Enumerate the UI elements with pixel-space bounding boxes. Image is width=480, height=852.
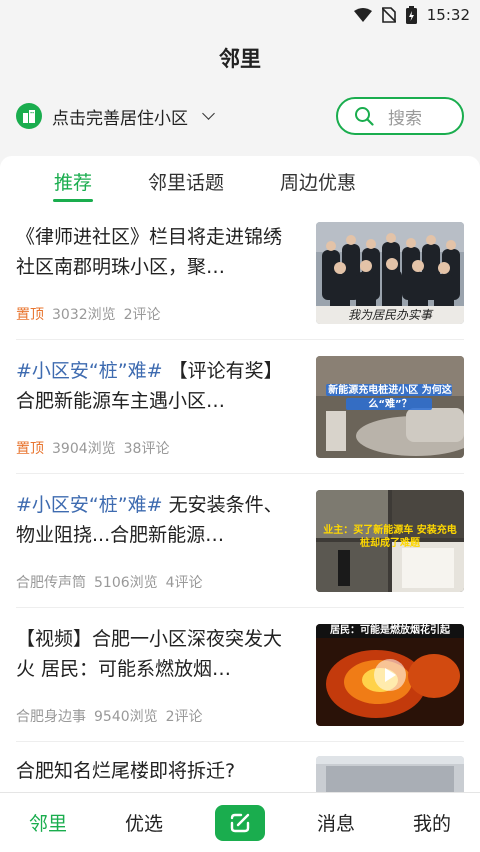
compose-button[interactable] <box>215 804 265 841</box>
play-icon[interactable] <box>374 658 406 691</box>
comment-count: 38评论 <box>123 440 170 457</box>
news-item[interactable]: 合肥知名烂尾楼即将拆迁? <box>16 742 464 792</box>
news-meta: 合肥身边事 9540浏览 2评论 <box>16 706 298 726</box>
view-count: 5106浏览 <box>94 574 158 591</box>
news-thumbnail: 业主：买了新能源车 安装充电桩却成了难题 <box>316 489 464 592</box>
topic-hashtag[interactable]: #小区安“桩”难# <box>16 494 163 516</box>
search-placeholder: 搜索 <box>388 108 422 129</box>
bottom-nav: 邻里 优选 消息 我的 <box>0 792 480 852</box>
edit-icon <box>230 813 250 832</box>
news-item[interactable]: 《律师进社区》栏目将走进锦绣社区南郡明珠小区，聚… 置顶 3032浏览 2评论 <box>16 206 464 340</box>
news-title: #小区安“桩”难# 【评论有奖】合肥新能源车主遇小区… <box>16 359 283 412</box>
news-title: 《律师进社区》栏目将走进锦绣社区南郡明珠小区，聚… <box>16 225 283 278</box>
chevron-down-icon <box>202 107 215 120</box>
pinned-badge: 置顶 <box>16 306 44 323</box>
comment-count: 2评论 <box>123 306 161 323</box>
news-thumbnail: 新能源充电桩进小区 为何这么“难”？ <box>316 355 464 458</box>
news-title: #小区安“桩”难# 无安装条件、物业阻挠...合肥新能源… <box>16 493 283 546</box>
nav-home[interactable]: 邻里 <box>0 809 96 836</box>
news-source: 合肥传声筒 <box>16 574 86 591</box>
status-bar: 15:32 <box>0 0 480 30</box>
tab-recommend[interactable]: 推荐 <box>54 156 92 206</box>
news-title: 【视频】合肥一小区深夜突发大火 居民：可能系燃放烟… <box>16 627 283 680</box>
search-icon <box>355 107 374 126</box>
no-sim-icon <box>381 7 396 23</box>
tab-nearby-deals[interactable]: 周边优惠 <box>280 156 356 206</box>
news-video-thumbnail[interactable]: 居民：可能是燃放烟花引起 <box>316 623 464 726</box>
news-meta: 置顶 3904浏览 38评论 <box>16 438 298 458</box>
thumbnail-caption: 我为居民办实事 <box>347 307 432 322</box>
tab-neighborhood-topics[interactable]: 邻里话题 <box>148 156 224 206</box>
pinned-badge: 置顶 <box>16 440 44 457</box>
page-title: 邻里 <box>219 47 261 71</box>
thumbnail-caption: 业主：买了新能源车 安装充电桩却成了难题 <box>323 524 457 549</box>
battery-icon <box>405 6 417 24</box>
topic-hashtag[interactable]: #小区安“桩”难# <box>16 360 163 382</box>
wifi-icon <box>353 8 372 22</box>
content-card: 推荐 邻里话题 周边优惠 《律师进社区》栏目将走进锦绣社区南郡明珠小区，聚… 置… <box>0 156 480 792</box>
nav-mine[interactable]: 我的 <box>384 809 480 836</box>
comment-count: 4评论 <box>165 574 203 591</box>
view-count: 9540浏览 <box>94 708 158 725</box>
news-meta: 合肥传声筒 5106浏览 4评论 <box>16 572 298 592</box>
news-item[interactable]: #小区安“桩”难# 无安装条件、物业阻挠...合肥新能源… 合肥传声筒 5106… <box>16 474 464 608</box>
view-count: 3904浏览 <box>52 440 116 457</box>
community-selector-label: 点击完善居住小区 <box>52 108 188 129</box>
news-meta: 置顶 3032浏览 2评论 <box>16 304 298 324</box>
comment-count: 2评论 <box>165 708 203 725</box>
thumbnail-caption: 新能源充电桩进小区 为何这么“难”？ <box>328 384 452 410</box>
news-list: 《律师进社区》栏目将走进锦绣社区南郡明珠小区，聚… 置顶 3032浏览 2评论 <box>0 206 480 792</box>
news-thumbnail: 我为居民办实事 <box>316 221 464 324</box>
news-item[interactable]: #小区安“桩”难# 【评论有奖】合肥新能源车主遇小区… 置顶 3904浏览 38… <box>16 340 464 474</box>
nav-messages[interactable]: 消息 <box>288 809 384 836</box>
community-selector[interactable]: 点击完善居住小区 <box>16 103 215 129</box>
building-icon <box>16 103 42 129</box>
news-item[interactable]: 【视频】合肥一小区深夜突发大火 居民：可能系燃放烟… 合肥身边事 9540浏览 … <box>16 608 464 742</box>
status-time: 15:32 <box>426 6 470 24</box>
view-count: 3032浏览 <box>52 306 116 323</box>
nav-featured[interactable]: 优选 <box>96 809 192 836</box>
news-thumbnail <box>316 756 464 792</box>
news-source: 合肥身边事 <box>16 708 86 725</box>
tab-bar: 推荐 邻里话题 周边优惠 <box>0 156 480 206</box>
news-title: 合肥知名烂尾楼即将拆迁? <box>16 760 236 782</box>
location-row: 点击完善居住小区 搜索 <box>0 86 480 146</box>
nav-post[interactable] <box>192 804 288 841</box>
thumbnail-caption: 居民：可能是燃放烟花引起 <box>330 624 450 636</box>
search-input[interactable]: 搜索 <box>336 97 464 135</box>
